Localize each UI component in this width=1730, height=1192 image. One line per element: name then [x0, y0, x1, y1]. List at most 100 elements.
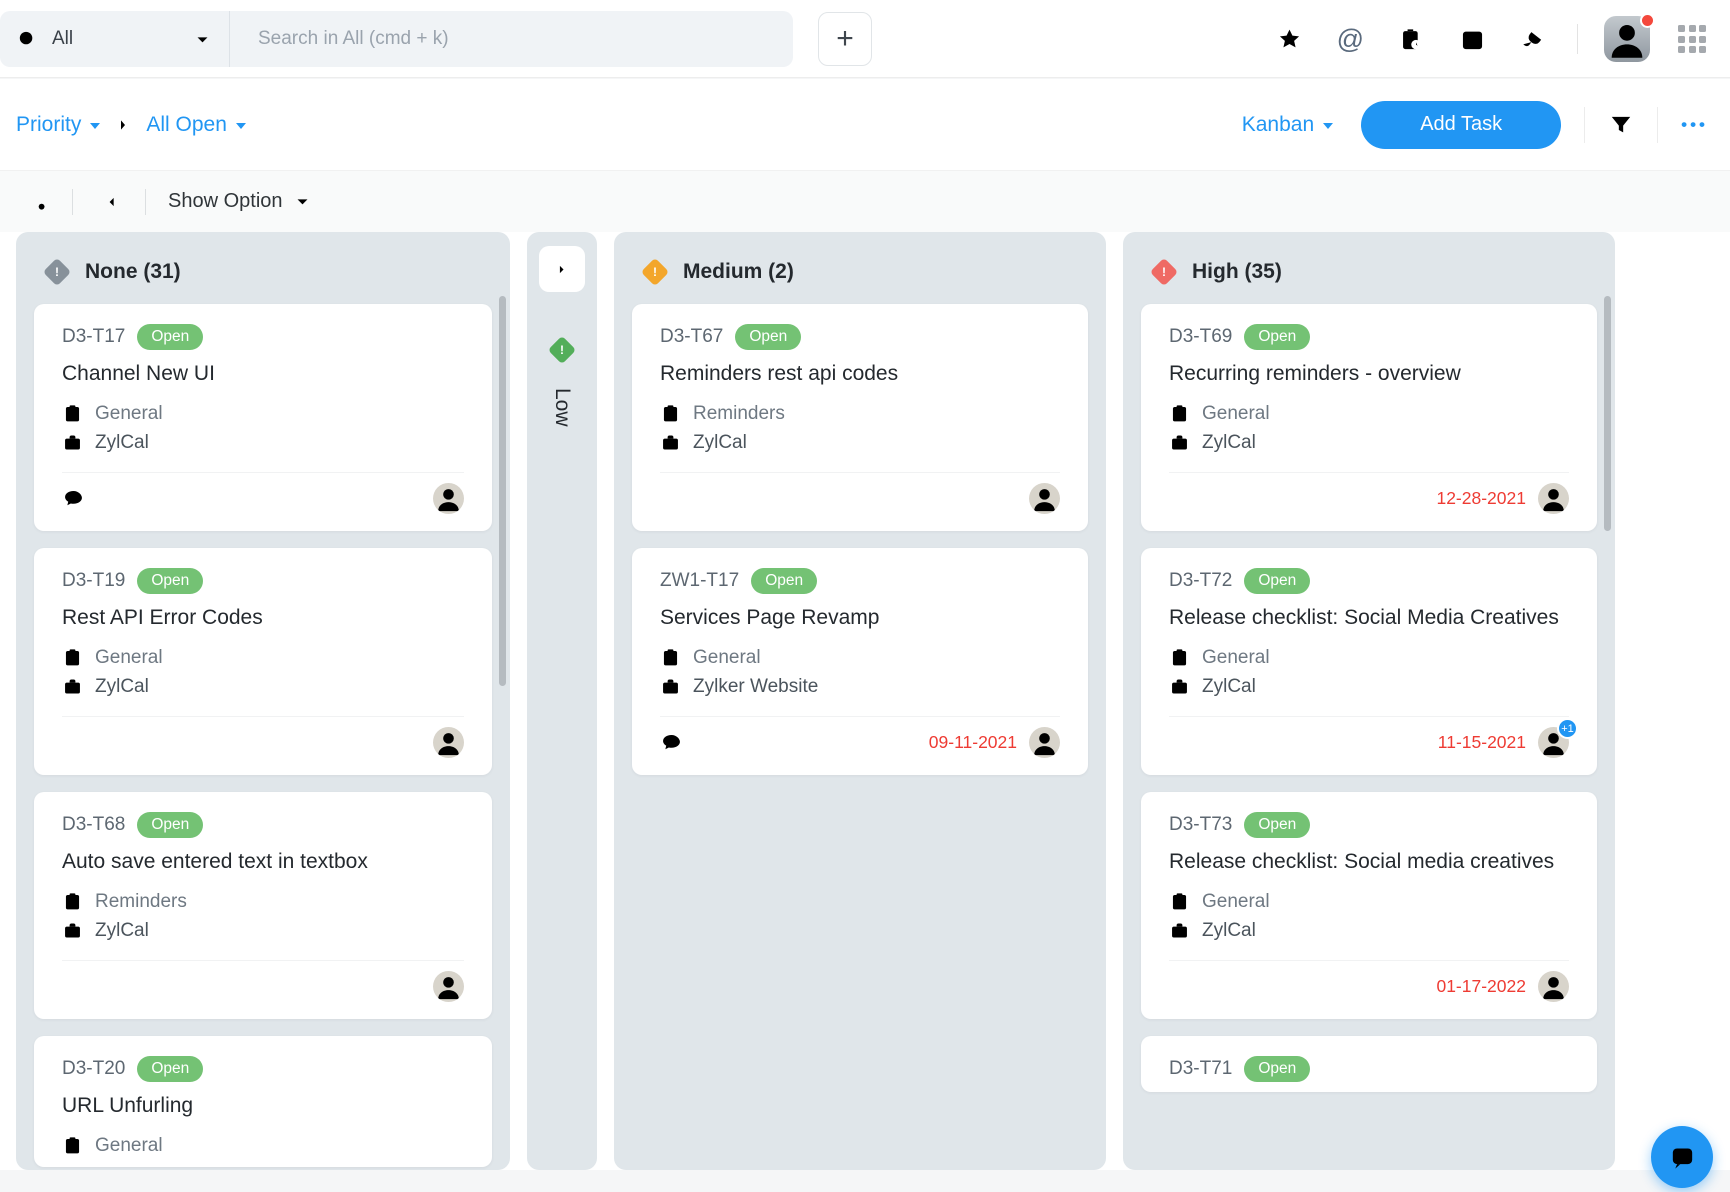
column-header[interactable]: ! High (35) [1123, 232, 1615, 304]
comment-icon[interactable] [62, 487, 85, 510]
task-title[interactable]: Release checklist: Social media creative… [1169, 848, 1569, 877]
search-scope-dropdown[interactable]: All [0, 11, 229, 67]
task-title[interactable]: Services Page Revamp [660, 604, 1060, 633]
more-options-button[interactable]: ••• [1681, 115, 1708, 135]
task-id[interactable]: D3-T72 [1169, 570, 1232, 592]
column-cards: D3-T69 Open Recurring reminders - overvi… [1123, 304, 1615, 1092]
breadcrumb-priority-dropdown[interactable]: Priority [16, 113, 100, 137]
project-row: ZylCal [1169, 432, 1569, 454]
task-card[interactable]: D3-T71 Open [1141, 1036, 1597, 1092]
show-option-dropdown[interactable]: Show Option [168, 190, 311, 213]
chevron-down-icon [194, 31, 211, 48]
chat-fab-button[interactable] [1651, 1126, 1713, 1188]
user-avatar[interactable] [1604, 16, 1650, 62]
assignee-avatar[interactable] [1538, 483, 1569, 514]
task-title[interactable]: Channel New UI [62, 360, 464, 389]
tasklist-icon [62, 647, 83, 668]
task-card[interactable]: D3-T17 Open Channel New UI General ZylCa… [34, 304, 492, 531]
mentions-icon[interactable]: @ [1337, 26, 1364, 53]
apps-grid-icon[interactable] [1678, 25, 1706, 53]
toolbar-actions: Kanban Add Task ••• [1208, 101, 1708, 149]
task-id[interactable]: D3-T71 [1169, 1058, 1232, 1080]
person-icon [433, 483, 464, 514]
board-options-bar: Show Option [0, 170, 1730, 232]
task-title[interactable]: URL Unfurling [62, 1092, 464, 1121]
add-task-button[interactable]: Add Task [1361, 101, 1561, 149]
view-switch-dropdown[interactable]: Kanban [1208, 113, 1333, 137]
tasklist-row: General [62, 403, 464, 425]
favorites-star-icon[interactable] [1276, 26, 1303, 53]
task-id[interactable]: D3-T20 [62, 1058, 125, 1080]
divider [229, 11, 230, 67]
task-title[interactable]: Rest API Error Codes [62, 604, 464, 633]
task-card[interactable]: D3-T69 Open Recurring reminders - overvi… [1141, 304, 1597, 531]
filter-funnel-icon[interactable] [1608, 112, 1634, 138]
priority-high-diamond-icon: ! [1150, 258, 1178, 286]
task-card[interactable]: D3-T19 Open Rest API Error Codes General… [34, 548, 492, 775]
assignee-avatar[interactable] [433, 971, 464, 1002]
project-row: ZylCal [62, 432, 464, 454]
person-icon [1029, 727, 1060, 758]
task-card[interactable]: D3-T72 Open Release checklist: Social Me… [1141, 548, 1597, 775]
tasklist-label: General [693, 647, 761, 669]
person-icon [433, 727, 464, 758]
planned-tasks-icon[interactable] [1398, 26, 1425, 53]
view-switch-label: Kanban [1242, 113, 1314, 137]
tasklist-icon [660, 403, 681, 424]
breadcrumb-filter-dropdown[interactable]: All Open [146, 113, 246, 137]
calendar-icon[interactable] [1459, 26, 1486, 53]
task-id[interactable]: D3-T17 [62, 326, 125, 348]
project-label: ZylCal [1202, 676, 1256, 698]
task-title[interactable]: Auto save entered text in textbox [62, 848, 464, 877]
breadcrumb-filter-label: All Open [146, 113, 227, 137]
expand-right-icon [550, 257, 575, 282]
collapse-columns-icon[interactable] [95, 188, 123, 216]
task-id[interactable]: D3-T67 [660, 326, 723, 348]
assignee-avatar[interactable] [1538, 971, 1569, 1002]
project-briefcase-icon [1169, 920, 1190, 941]
project-briefcase-icon [660, 676, 681, 697]
tasklist-row: General [62, 647, 464, 669]
tasklist-row: General [1169, 891, 1569, 913]
chevron-down-icon [294, 193, 311, 210]
tasklist-icon [1169, 891, 1190, 912]
task-id[interactable]: D3-T73 [1169, 814, 1232, 836]
kanban-view-icon [1208, 113, 1231, 136]
search-input[interactable] [258, 28, 793, 50]
assignee-avatar[interactable] [1029, 483, 1060, 514]
assignee-avatar[interactable] [1029, 727, 1060, 758]
tasklist-row: General [1169, 403, 1569, 425]
task-card[interactable]: D3-T67 Open Reminders rest api codes Rem… [632, 304, 1088, 531]
task-id[interactable]: D3-T68 [62, 814, 125, 836]
quick-add-button[interactable]: + [818, 12, 872, 66]
column-scrollbar[interactable] [499, 296, 506, 686]
integrations-plug-icon[interactable] [1515, 20, 1553, 58]
column-cards: D3-T67 Open Reminders rest api codes Rem… [614, 304, 1106, 775]
column-scrollbar[interactable] [1604, 296, 1611, 531]
task-id[interactable]: D3-T69 [1169, 326, 1232, 348]
priority-none-diamond-icon: ! [43, 258, 71, 286]
task-card[interactable]: ZW1-T17 Open Services Page Revamp Genera… [632, 548, 1088, 775]
comment-icon[interactable] [660, 731, 683, 754]
task-id[interactable]: ZW1-T17 [660, 570, 739, 592]
board-settings-icon[interactable] [22, 188, 50, 216]
task-title[interactable]: Recurring reminders - overview [1169, 360, 1569, 389]
task-title[interactable]: Reminders rest api codes [660, 360, 1060, 389]
extra-assignees-badge[interactable]: +1 [1557, 718, 1578, 739]
column-header[interactable]: ! None (31) [16, 232, 510, 304]
expand-column-button[interactable] [539, 246, 585, 292]
caret-down-icon [236, 123, 246, 129]
assignee-avatar[interactable] [433, 727, 464, 758]
kanban-column-medium: ! Medium (2) D3-T67 Open Reminders rest … [614, 232, 1106, 1170]
column-header[interactable]: ! Medium (2) [614, 232, 1106, 304]
divider [72, 189, 73, 215]
task-card[interactable]: D3-T20 Open URL Unfurling General [34, 1036, 492, 1167]
task-card[interactable]: D3-T73 Open Release checklist: Social me… [1141, 792, 1597, 1019]
assignee-avatar-stack[interactable]: +1 [1538, 727, 1569, 758]
task-id[interactable]: D3-T19 [62, 570, 125, 592]
project-briefcase-icon [660, 432, 681, 453]
task-title[interactable]: Release checklist: Social Media Creative… [1169, 604, 1569, 633]
person-icon [433, 971, 464, 1002]
assignee-avatar[interactable] [433, 483, 464, 514]
task-card[interactable]: D3-T68 Open Auto save entered text in te… [34, 792, 492, 1019]
